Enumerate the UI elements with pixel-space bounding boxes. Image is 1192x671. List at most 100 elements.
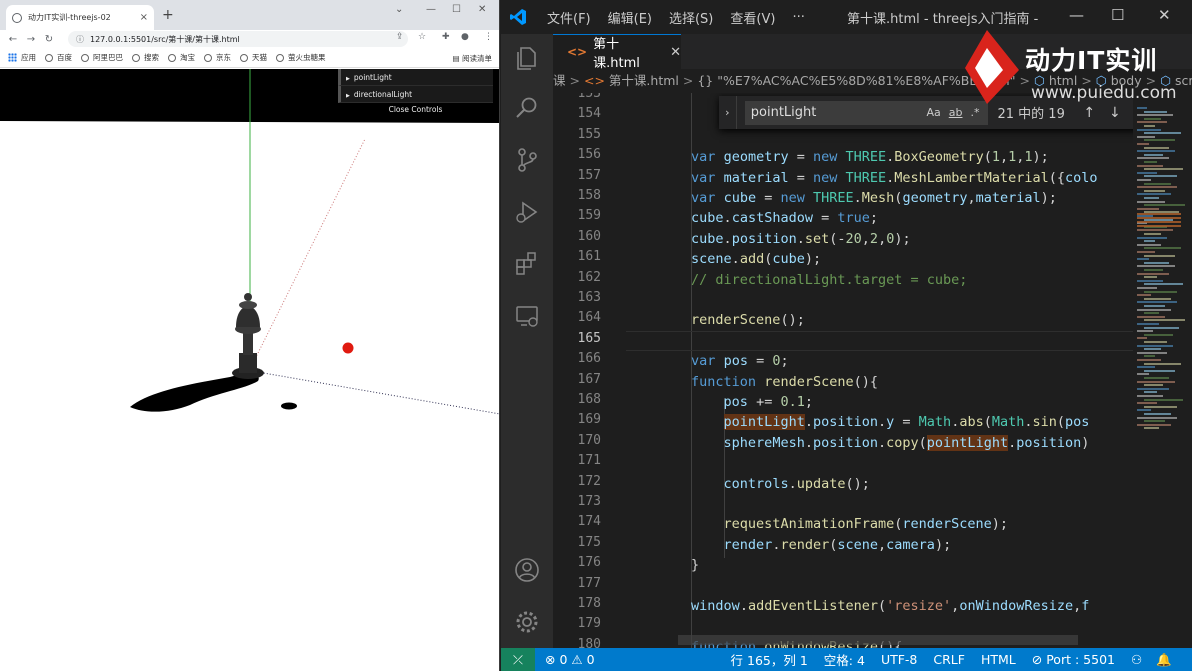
minimap-row — [1144, 427, 1159, 430]
minimap-row — [1137, 265, 1175, 268]
minimap-row — [1137, 157, 1169, 160]
toggle-replace-icon[interactable]: › — [719, 96, 737, 129]
line-ending[interactable]: CRLF — [933, 652, 965, 667]
line-number: 160 — [577, 228, 601, 244]
new-tab-button[interactable]: + — [162, 7, 174, 23]
minimize-icon[interactable]: — — [1069, 6, 1084, 24]
minimap-row — [1137, 243, 1161, 246]
maximize-icon[interactable]: ☐ — [1111, 6, 1124, 24]
encoding[interactable]: UTF-8 — [881, 652, 917, 667]
bookmark-item[interactable]: 阿里巴巴 — [81, 52, 123, 63]
maximize-icon[interactable]: ☐ — [452, 4, 461, 15]
remote-indicator[interactable]: ⤫ — [501, 648, 535, 671]
arrow-down-icon[interactable]: ↓ — [1102, 105, 1128, 121]
star-icon[interactable]: ☆ — [418, 32, 426, 42]
minimap-row — [1144, 391, 1157, 394]
remote-explorer-icon[interactable] — [513, 302, 541, 330]
breadcrumb-item[interactable]: scri — [1175, 73, 1192, 88]
code-area[interactable]: var geometry = new THREE.BoxGeometry(1,1… — [626, 93, 1133, 648]
menu-view[interactable]: 查看(V) — [730, 8, 775, 27]
bookmark-item[interactable]: 天猫 — [240, 52, 267, 63]
language-mode[interactable]: HTML — [981, 652, 1016, 667]
extensions-icon[interactable] — [513, 250, 541, 278]
match-case-toggle[interactable]: Aa — [927, 106, 941, 119]
minimap-row — [1137, 301, 1177, 304]
profile-icon[interactable]: ● — [461, 32, 469, 42]
address-bar[interactable]: ⓘ 127.0.0.1:5501/src/第十课/第十课.html — [68, 31, 408, 47]
bookmark-apps[interactable]: 应用 — [8, 52, 36, 63]
minimap[interactable] — [1133, 93, 1192, 648]
bookmark-item[interactable]: 京东 — [204, 52, 231, 63]
gear-icon[interactable] — [513, 608, 541, 636]
menu-selection[interactable]: 选择(S) — [669, 8, 713, 27]
breadcrumb-item[interactable]: html — [1049, 73, 1077, 88]
regex-toggle[interactable]: .* — [971, 106, 980, 119]
line-number: 169 — [577, 412, 601, 428]
chevron-down-icon[interactable]: ⌄ — [395, 4, 403, 15]
menu-edit[interactable]: 编辑(E) — [608, 8, 652, 27]
breadcrumb-item[interactable]: {} "%E7%AC%AC%E5%8D%81%E8%AF%BE.html" — [697, 73, 1015, 88]
browser-tab[interactable]: 动力IT实训-threejs-02 × — [6, 5, 154, 30]
menu-file[interactable]: 文件(F) — [547, 8, 591, 27]
match-whole-word-toggle[interactable]: ab — [949, 106, 963, 119]
minimap-row — [1144, 247, 1181, 250]
reading-list[interactable]: ▤ 阅读清单 — [453, 53, 492, 64]
breadcrumb-item[interactable]: 第十课.html — [609, 73, 679, 88]
minimize-icon[interactable]: — — [426, 4, 436, 15]
bookmark-item[interactable]: 淘宝 — [168, 52, 195, 63]
close-tab-icon[interactable]: × — [140, 12, 148, 23]
bell-icon[interactable]: 🔔 — [1156, 652, 1172, 668]
live-server-port[interactable]: ⊘ Port : 5501 — [1032, 652, 1115, 667]
close-controls-button[interactable]: Close Controls — [338, 103, 493, 117]
line-number: 162 — [577, 269, 601, 285]
close-window-icon[interactable]: ✕ — [478, 4, 486, 15]
close-tab-icon[interactable]: ✕ — [670, 45, 681, 60]
tab-file[interactable]: <> 第十课.html ✕ — [553, 34, 681, 71]
gui-folder-pointlight[interactable]: ▶ pointLight — [338, 69, 493, 86]
find-input[interactable]: pointLight Aa ab .* — [744, 100, 988, 125]
chevron-right-icon: > — [569, 73, 580, 88]
bookmarks-bar: 应用 百度 阿里巴巴 搜索 淘宝 京东 天猫 萤火虫糖果 ▤ 阅读清单 — [0, 48, 499, 68]
breadcrumb-item[interactable]: body — [1111, 73, 1142, 88]
account-icon[interactable] — [513, 556, 541, 584]
kebab-menu-icon[interactable]: ⋮ — [484, 32, 493, 42]
back-icon[interactable]: ← — [4, 34, 22, 45]
minimap-row — [1144, 261, 1169, 264]
minimap-row — [1144, 333, 1173, 336]
cursor-position[interactable]: 行 165，列 1 — [731, 650, 808, 669]
reload-icon[interactable]: ↻ — [40, 34, 58, 45]
run-debug-icon[interactable] — [513, 198, 541, 226]
threejs-canvas[interactable]: ▶ pointLight ▶ directionalLight Close Cont… — [0, 69, 499, 671]
search-icon[interactable] — [513, 94, 541, 122]
source-control-icon[interactable] — [513, 146, 541, 174]
bookmark-item[interactable]: 搜索 — [132, 52, 159, 63]
indentation[interactable]: 空格: 4 — [824, 650, 865, 669]
globe-icon — [276, 53, 284, 62]
extensions-icon[interactable]: ✚ — [442, 32, 450, 42]
forward-icon[interactable]: → — [22, 34, 40, 45]
problems-indicator[interactable]: ⊗ 0 ⚠ 0 — [545, 652, 595, 667]
chess-piece-model — [232, 293, 264, 379]
breadcrumb-item[interactable]: 课 — [553, 73, 566, 88]
bookmark-item[interactable]: 百度 — [45, 52, 72, 63]
code-line: var geometry = new THREE.BoxGeometry(1,1… — [691, 149, 1049, 166]
code-editor[interactable]: 153 154 155 156 157 158 159 160 161 162 163 164 165 1… — [553, 93, 1133, 648]
minimap-row — [1137, 236, 1167, 239]
code-line: requestAnimationFrame(renderScene); — [723, 516, 1009, 533]
horizontal-scrollbar[interactable] — [678, 635, 1078, 645]
close-window-icon[interactable]: ✕ — [1158, 6, 1171, 24]
minimap-row — [1144, 319, 1185, 322]
explorer-icon[interactable] — [513, 44, 541, 72]
bookmark-item[interactable]: 萤火虫糖果 — [276, 52, 326, 63]
code-line: // directionalLight.target = cube; — [626, 271, 968, 288]
minimap-row — [1144, 384, 1163, 387]
minimap-row — [1137, 164, 1163, 167]
feedback-icon[interactable]: ⚇ — [1131, 652, 1142, 667]
menu-more[interactable]: ··· — [792, 10, 804, 25]
symbol-icon: ⬡ — [1095, 73, 1111, 88]
gui-folder-directionallight[interactable]: ▶ directionalLight — [338, 86, 493, 103]
code-line: scene.add(cube); — [691, 251, 822, 268]
line-number: 155 — [577, 126, 601, 142]
arrow-up-icon[interactable]: ↑ — [1076, 105, 1102, 121]
share-icon[interactable]: ⇪ — [396, 32, 404, 42]
